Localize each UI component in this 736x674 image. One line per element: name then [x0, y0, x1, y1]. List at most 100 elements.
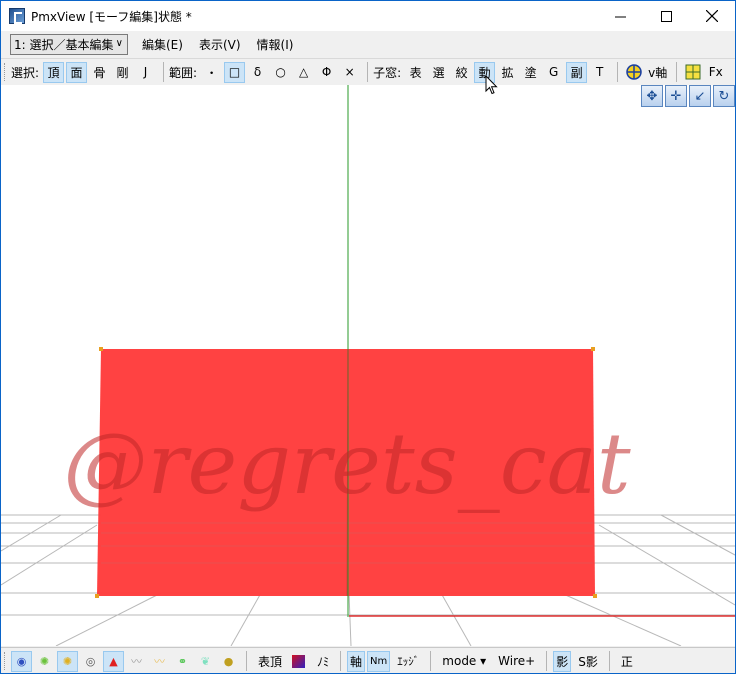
scene-canvas[interactable]: @regrets_cat	[1, 85, 735, 646]
leaf-cyan-button[interactable]: ❦	[195, 651, 216, 672]
mode-dropdown[interactable]: mode ▾	[440, 651, 488, 672]
vertex-mode-button[interactable]: ◉	[11, 650, 32, 672]
shadow-toggle-button[interactable]: 影	[553, 650, 572, 672]
close-button[interactable]	[689, 1, 735, 31]
orthographic-toggle-button[interactable]: 正	[619, 651, 635, 672]
select-button-group: 頂面骨剛J	[43, 61, 158, 83]
self-shadow-toggle-button[interactable]: S影	[576, 651, 600, 672]
watermark-text: @regrets_cat	[63, 415, 630, 513]
toolbar-separator	[608, 651, 610, 671]
select-button-0[interactable]: 頂	[43, 61, 65, 83]
grid-view-icon	[685, 64, 701, 80]
rotate-icon: ↻	[718, 88, 730, 104]
grid-view-button[interactable]	[682, 62, 703, 83]
target-icon: ◎	[85, 654, 96, 668]
range-button-5[interactable]: Φ	[316, 62, 337, 83]
close-icon	[706, 10, 718, 22]
range-button-0[interactable]: ・	[201, 62, 222, 83]
fx-button[interactable]: Fx	[705, 62, 726, 83]
maximize-button[interactable]	[643, 1, 689, 31]
child-window-button-0[interactable]: 表	[405, 62, 426, 83]
child-window-button-label: 表	[409, 65, 422, 80]
wire-plus-button[interactable]: Wire+	[496, 651, 537, 672]
child-window-button-label: 副	[570, 65, 583, 80]
zigzag-yellow-icon: 〰	[154, 655, 165, 668]
select-button-label: 骨	[93, 65, 106, 80]
pan-icon: ✛	[670, 88, 682, 104]
burst-green-icon: ✺	[39, 654, 50, 668]
bear-icon: ●	[223, 654, 234, 668]
minimize-button[interactable]	[597, 1, 643, 31]
child-window-button-8[interactable]: T	[589, 62, 610, 83]
v-axis-button[interactable]: v軸	[646, 62, 669, 83]
minimize-icon	[614, 16, 626, 17]
range-button-label: Φ	[321, 65, 332, 79]
toolbar-separator	[430, 651, 432, 671]
range-button-label: δ	[253, 65, 262, 79]
range-button-label: ・	[205, 65, 218, 80]
select-button-1[interactable]: 面	[66, 61, 88, 83]
toolbar-grip[interactable]	[4, 63, 8, 81]
axis-globe-button[interactable]	[623, 62, 644, 83]
zoom-view-button[interactable]: ↙	[689, 85, 711, 107]
bear-button[interactable]: ●	[218, 651, 239, 672]
vertex-display-button[interactable]: 表頂	[256, 651, 284, 672]
window-title: PmxView [モーフ編集]状態 *	[31, 9, 192, 24]
zoom-arrow-icon: ↙	[694, 88, 706, 104]
child-window-button-4[interactable]: 拡	[497, 62, 518, 83]
chain-green-icon: ⚭	[177, 654, 188, 668]
range-button-label: ×	[344, 65, 355, 79]
pan-view-button[interactable]: ✛	[665, 85, 687, 107]
menu-bar: 1: 選択／基本編集 ∨ 編集(E) 表示(V) 情報(I)	[1, 31, 735, 57]
burst-green-button[interactable]: ✺	[34, 651, 55, 672]
nomi-button[interactable]: ﾉﾐ	[315, 651, 331, 672]
child-window-button-label: 選	[432, 65, 445, 80]
child-window-button-5[interactable]: 塗	[520, 62, 541, 83]
child-window-button-label: 拡	[501, 65, 514, 80]
range-button-2[interactable]: δ	[247, 62, 268, 83]
toolbar-separator	[367, 62, 369, 82]
zigzag-gray-button[interactable]: 〰	[126, 651, 147, 672]
select-button-label: 剛	[116, 65, 129, 80]
child-window-button-label: G	[548, 65, 559, 79]
normal-toggle-button[interactable]: Nm	[367, 650, 391, 672]
mode-select[interactable]: 1: 選択／基本編集 ∨	[10, 33, 128, 55]
child-window-button-6[interactable]: G	[543, 62, 564, 83]
rotate-view-button[interactable]: ↻	[713, 85, 735, 107]
child-window-button-2[interactable]: 絞	[451, 62, 472, 83]
edge-toggle-button[interactable]: ｴｯｼﾞ	[395, 651, 421, 672]
main-toolbar: 選択: 頂面骨剛J 範囲: ・ □ δ ○ △ Φ × 子窓: 表選絞動拡塗G副T v軸 F…	[1, 58, 735, 86]
menu-view[interactable]: 表示(V)	[197, 36, 243, 53]
range-button-4[interactable]: △	[293, 62, 314, 83]
burst-yellow-button[interactable]: ✺	[57, 650, 78, 672]
menu-info[interactable]: 情報(I)	[255, 36, 296, 53]
triangle-red-button[interactable]: ▲	[103, 650, 124, 672]
select-button-2[interactable]: 骨	[89, 62, 110, 83]
range-button-label: ○	[275, 65, 286, 79]
maximize-icon	[660, 10, 672, 22]
range-button-label: □	[228, 65, 241, 79]
chain-green-button[interactable]: ⚭	[172, 651, 193, 672]
toolbar-grip[interactable]	[4, 652, 8, 670]
axis-toggle-button[interactable]: 軸	[347, 650, 366, 672]
select-button-4[interactable]: J	[135, 62, 156, 83]
child-window-button-group: 表選絞動拡塗G副T	[405, 61, 612, 83]
leaf-cyan-icon: ❦	[200, 654, 211, 668]
color-swatch-button[interactable]	[288, 651, 309, 672]
range-button-1[interactable]: □	[224, 61, 246, 83]
range-button-6[interactable]: ×	[339, 62, 360, 83]
chevron-down-icon: ∨	[115, 37, 123, 49]
zigzag-yellow-button[interactable]: 〰	[149, 651, 170, 672]
range-button-group: ・ □ δ ○ △ Φ ×	[201, 61, 362, 83]
main-window: PmxView [モーフ編集]状態 * 1: 選択／基本編集 ∨ 編集(E) 表…	[1, 1, 735, 673]
range-button-label: △	[298, 65, 309, 79]
child-window-button-1[interactable]: 選	[428, 62, 449, 83]
menu-edit[interactable]: 編集(E)	[140, 36, 185, 53]
3d-viewport[interactable]: @regrets_cat ✥ ✛ ↙ ↻	[1, 85, 735, 646]
move-view-button[interactable]: ✥	[641, 85, 663, 107]
range-button-3[interactable]: ○	[270, 62, 291, 83]
toolbar-separator	[676, 62, 678, 82]
child-window-button-7[interactable]: 副	[566, 61, 588, 83]
select-button-3[interactable]: 剛	[112, 62, 133, 83]
target-button[interactable]: ◎	[80, 651, 101, 672]
